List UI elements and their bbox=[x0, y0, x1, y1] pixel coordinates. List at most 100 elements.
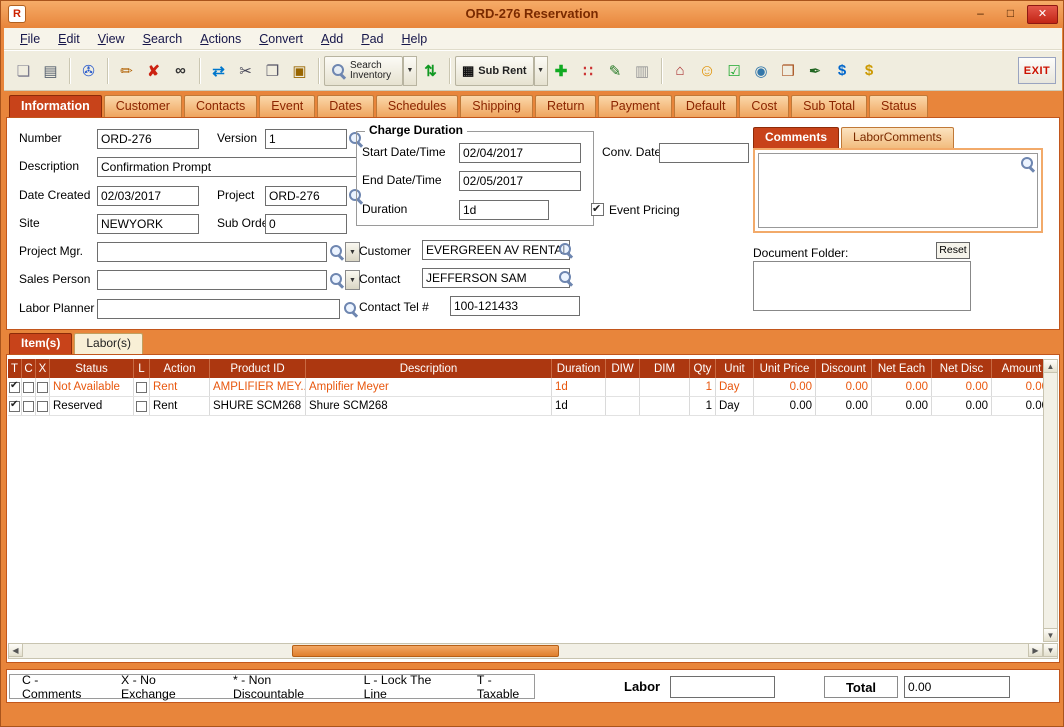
labor-input[interactable] bbox=[670, 676, 775, 698]
site-input[interactable] bbox=[97, 214, 199, 234]
tab-sub-total[interactable]: Sub Total bbox=[791, 95, 867, 117]
tab-return[interactable]: Return bbox=[535, 95, 597, 117]
col-header-action[interactable]: Action bbox=[150, 359, 210, 378]
description-input[interactable] bbox=[97, 157, 357, 177]
project-mgr-dropdown[interactable]: ▼ bbox=[345, 242, 360, 262]
print-button[interactable]: ▤ bbox=[37, 57, 64, 85]
menu-view[interactable]: View bbox=[90, 30, 133, 48]
sales-person-search-icon[interactable] bbox=[329, 272, 344, 287]
checklist-button[interactable]: ☑ bbox=[721, 57, 748, 85]
tab-cost[interactable]: Cost bbox=[739, 95, 789, 117]
tab-contacts[interactable]: Contacts bbox=[184, 95, 257, 117]
l-checkbox[interactable] bbox=[136, 401, 147, 412]
find-button[interactable]: ∞ bbox=[167, 57, 194, 85]
exit-button[interactable]: EXIT bbox=[1018, 57, 1056, 84]
col-header-dim[interactable]: DIM bbox=[640, 359, 690, 378]
contact-search-icon[interactable] bbox=[558, 270, 573, 285]
project-mgr-search-icon[interactable] bbox=[329, 244, 344, 259]
tab-status[interactable]: Status bbox=[869, 95, 928, 117]
tab-dates[interactable]: Dates bbox=[317, 95, 374, 117]
labor-planner-input[interactable] bbox=[97, 299, 340, 319]
number-input[interactable] bbox=[97, 129, 199, 149]
col-header-product-id[interactable]: Product ID bbox=[210, 359, 306, 378]
wall-button[interactable]: ▥ bbox=[629, 57, 656, 85]
contact-input[interactable] bbox=[422, 268, 570, 288]
col-header-x[interactable]: X bbox=[36, 359, 50, 378]
col-header-status[interactable]: Status bbox=[50, 359, 134, 378]
coins-button[interactable]: $ bbox=[856, 57, 883, 85]
contact-tel-input[interactable] bbox=[450, 296, 580, 316]
col-header-qty[interactable]: Qty bbox=[690, 359, 716, 378]
comments-search-icon[interactable] bbox=[1020, 156, 1035, 171]
note-edit-button[interactable]: ✒ bbox=[802, 57, 829, 85]
col-header-t[interactable]: T bbox=[8, 359, 22, 378]
x-checkbox[interactable] bbox=[37, 401, 48, 412]
scroll-left-button[interactable]: ◀ bbox=[8, 643, 23, 657]
scroll-up-button[interactable]: ▲ bbox=[1043, 359, 1058, 373]
cut-button[interactable]: ✂ bbox=[232, 57, 259, 85]
duration-input[interactable] bbox=[459, 200, 549, 220]
new-document-button[interactable]: ❏ bbox=[10, 57, 37, 85]
tab-shipping[interactable]: Shipping bbox=[460, 95, 533, 117]
x-checkbox[interactable] bbox=[37, 382, 48, 393]
scroll-corner-button[interactable]: ▼ bbox=[1043, 643, 1058, 657]
tab-payment[interactable]: Payment bbox=[598, 95, 671, 117]
menu-help[interactable]: Help bbox=[394, 30, 436, 48]
search-inventory-dropdown[interactable]: ▼ bbox=[403, 56, 417, 86]
smiley-button[interactable]: ☺ bbox=[694, 57, 721, 85]
tab-event[interactable]: Event bbox=[259, 95, 315, 117]
date-created-input[interactable] bbox=[97, 186, 199, 206]
sales-person-input[interactable] bbox=[97, 270, 327, 290]
menu-convert[interactable]: Convert bbox=[251, 30, 311, 48]
status-circles-button[interactable]: ∷ bbox=[575, 57, 602, 85]
col-header-diw[interactable]: DIW bbox=[606, 359, 640, 378]
menu-search[interactable]: Search bbox=[135, 30, 191, 48]
tab-labor-comments[interactable]: LaborComments bbox=[841, 127, 954, 148]
paste-button[interactable]: ▣ bbox=[286, 57, 313, 85]
c-checkbox[interactable] bbox=[23, 382, 34, 393]
col-header-c[interactable]: C bbox=[22, 359, 36, 378]
conv-date-input[interactable] bbox=[659, 143, 749, 163]
close-button[interactable]: ✕ bbox=[1027, 5, 1058, 24]
menu-edit[interactable]: Edit bbox=[50, 30, 88, 48]
document-folder-box[interactable] bbox=[753, 261, 971, 311]
tab-customer[interactable]: Customer bbox=[104, 95, 182, 117]
col-header-duration[interactable]: Duration bbox=[552, 359, 606, 378]
sub-rent-button[interactable]: ▦ Sub Rent bbox=[455, 56, 534, 86]
edit-line-button[interactable]: ✎ bbox=[602, 57, 629, 85]
reset-button[interactable]: Reset bbox=[936, 242, 970, 259]
edit-button[interactable]: ✏ bbox=[113, 57, 140, 85]
minimize-button[interactable]: – bbox=[967, 5, 994, 24]
col-header-net-each[interactable]: Net Each bbox=[872, 359, 932, 378]
table-row[interactable]: Reserved Rent SHURE SCM268 Shure SCM268 … bbox=[8, 397, 1043, 416]
col-header-discount[interactable]: Discount bbox=[816, 359, 872, 378]
add-button[interactable]: ✚ bbox=[548, 57, 575, 85]
convert-button[interactable]: ⇄ bbox=[205, 57, 232, 85]
tab-items[interactable]: Item(s) bbox=[9, 333, 72, 354]
t-checkbox[interactable] bbox=[9, 382, 20, 393]
sales-person-dropdown[interactable]: ▼ bbox=[345, 270, 360, 290]
save-button[interactable]: ✇ bbox=[75, 57, 102, 85]
cubes-button[interactable]: ❒ bbox=[775, 57, 802, 85]
customer-search-icon[interactable] bbox=[558, 242, 573, 257]
money-transfer-button[interactable]: $ bbox=[829, 57, 856, 85]
delete-button[interactable]: ✘ bbox=[140, 57, 167, 85]
building-add-button[interactable]: ⌂ bbox=[667, 57, 694, 85]
table-row[interactable]: Not Available Rent AMPLIFIER MEY... Ampl… bbox=[8, 378, 1043, 397]
version-input[interactable] bbox=[265, 129, 347, 149]
scrollbar-thumb[interactable] bbox=[292, 645, 559, 657]
start-date-input[interactable] bbox=[459, 143, 581, 163]
menu-pad[interactable]: Pad bbox=[353, 30, 391, 48]
menu-add[interactable]: Add bbox=[313, 30, 351, 48]
horizontal-scrollbar[interactable]: ◀ ▶ ▼ bbox=[8, 643, 1058, 659]
customer-input[interactable] bbox=[422, 240, 570, 260]
menu-actions[interactable]: Actions bbox=[192, 30, 249, 48]
project-mgr-input[interactable] bbox=[97, 242, 327, 262]
search-inventory-button[interactable]: Search Inventory bbox=[324, 56, 403, 86]
sub-orders-input[interactable] bbox=[265, 214, 347, 234]
col-header-unit-price[interactable]: Unit Price bbox=[754, 359, 816, 378]
tab-default[interactable]: Default bbox=[674, 95, 738, 117]
end-date-input[interactable] bbox=[459, 171, 581, 191]
col-header-l[interactable]: L bbox=[134, 359, 150, 378]
c-checkbox[interactable] bbox=[23, 401, 34, 412]
